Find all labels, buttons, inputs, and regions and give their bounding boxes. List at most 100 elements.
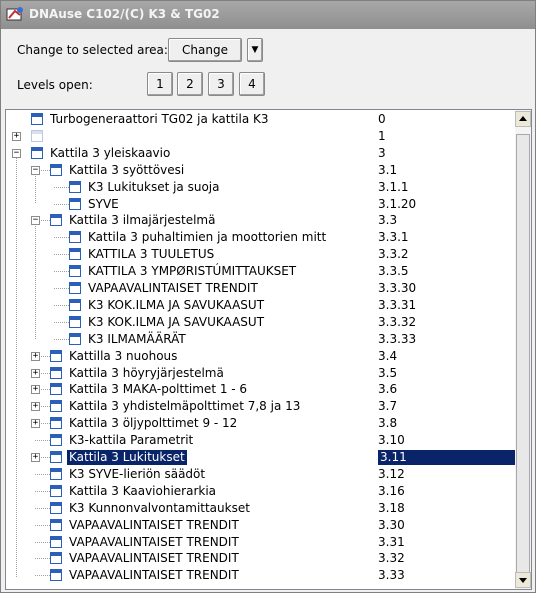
tree-item-label[interactable]: K3 Lukitukset ja suoja bbox=[86, 180, 221, 195]
tree-connector bbox=[54, 304, 69, 306]
tree-row[interactable]: − Kattila 3 syöttövesi 3.1 bbox=[6, 162, 516, 179]
tree-item-label[interactable]: Kattila 3 puhaltimien ja moottorien mitt bbox=[86, 230, 328, 245]
tree-item-label[interactable]: VAPAAVALINTAISET TRENDIT bbox=[67, 551, 241, 566]
tree-item-label[interactable] bbox=[48, 129, 52, 144]
tree-item-label[interactable]: K3 ILMAMÄÄRÄT bbox=[86, 332, 188, 347]
hierarchy-tree[interactable]: Turbogeneraattori TG02 ja kattila K3 0 +1−… bbox=[5, 109, 517, 590]
level-2-button[interactable]: 2 bbox=[177, 72, 203, 96]
vertical-scrollbar[interactable] bbox=[515, 109, 532, 590]
tree-item-label[interactable]: VAPAAVALINTAISET TRENDIT bbox=[67, 568, 241, 583]
tree-row[interactable]: − Kattila 3 yleiskaavio 3 bbox=[6, 145, 516, 162]
page-icon bbox=[69, 265, 81, 278]
app-window: DNAuse C102/(C) K3 & TG02 Change to sele… bbox=[0, 0, 536, 593]
tree-row[interactable]: VAPAAVALINTAISET TRENDIT 3.32 bbox=[6, 550, 516, 567]
page-icon bbox=[50, 569, 62, 582]
tree-row[interactable]: Kattila 3 puhaltimien ja moottorien mitt… bbox=[6, 229, 516, 246]
tree-item-label[interactable]: SYVE bbox=[86, 197, 121, 212]
tree-item-label[interactable]: Kattila 3 MAKA-polttimet 1 - 6 bbox=[67, 382, 249, 397]
tree-row[interactable]: Kattila 3 Kaaviohierarkia 3.16 bbox=[6, 483, 516, 500]
tree-item-label[interactable]: Kattila 3 ilmajärjestelmä bbox=[67, 213, 217, 228]
level-3-button[interactable]: 3 bbox=[208, 72, 234, 96]
tree-row[interactable]: KATTILA 3 YMPØRISTÚMITTAUKSET 3.3.5 bbox=[6, 263, 516, 280]
tree-row[interactable]: VAPAAVALINTAISET TRENDIT 3.31 bbox=[6, 534, 516, 551]
tree-row[interactable]: VAPAAVALINTAISET TRENDIT 3.33 bbox=[6, 567, 516, 584]
tree-item-label[interactable]: K3 Kunnonvalvontamittaukset bbox=[67, 501, 252, 516]
page-icon bbox=[69, 248, 81, 261]
tree-item-label[interactable]: K3 KOK.ILMA JA SAVUKAASUT bbox=[86, 298, 266, 313]
tree-row[interactable]: + Kattila 3 öljypolttimet 9 - 12 3.8 bbox=[6, 415, 516, 432]
tree-item-label[interactable]: Kattila 3 öljypolttimet 9 - 12 bbox=[67, 416, 239, 431]
control-panel: Change to selected area: Change ▼ Levels… bbox=[1, 29, 535, 109]
tree-item-number: 3.4 bbox=[378, 348, 398, 363]
expand-plus-icon[interactable]: + bbox=[31, 453, 40, 462]
page-icon bbox=[69, 282, 81, 294]
tree-row[interactable]: VAPAAVALINTAISET TRENDIT 3.30 bbox=[6, 517, 516, 534]
tree-row[interactable]: +1 bbox=[6, 128, 516, 145]
scroll-up-button[interactable] bbox=[515, 111, 531, 127]
collapse-minus-icon[interactable]: − bbox=[12, 148, 21, 158]
tree-item-label[interactable]: Kattila 3 yleiskaavio bbox=[48, 146, 172, 161]
tree-item-number: 3 bbox=[378, 145, 386, 160]
tree-item-label[interactable]: Kattila 3 syöttövesi bbox=[67, 163, 186, 178]
expand-plus-icon[interactable]: + bbox=[31, 368, 40, 378]
tree-item-number: 3.18 bbox=[378, 500, 405, 515]
tree-item-label[interactable]: K3-kattila Parametrit bbox=[67, 433, 195, 448]
tree-row[interactable]: VAPAAVALINTAISET TRENDIT 3.3.30 bbox=[6, 280, 516, 297]
tree-row[interactable]: + Kattila 3 MAKA-polttimet 1 - 6 3.6 bbox=[6, 381, 516, 398]
title-bar[interactable]: DNAuse C102/(C) K3 & TG02 bbox=[1, 1, 535, 29]
tree-row[interactable]: K3 KOK.ILMA JA SAVUKAASUT 3.3.32 bbox=[6, 314, 516, 331]
levels-open-label: Levels open: bbox=[17, 78, 93, 92]
change-dropdown-button[interactable]: ▼ bbox=[247, 38, 263, 62]
tree-row[interactable]: K3 Kunnonvalvontamittaukset 3.18 bbox=[6, 500, 516, 517]
tree-row[interactable]: K3-kattila Parametrit 3.10 bbox=[6, 432, 516, 449]
tree-item-label[interactable]: VAPAAVALINTAISET TRENDIT bbox=[67, 518, 241, 533]
change-button[interactable]: Change bbox=[168, 38, 242, 62]
expand-plus-icon[interactable]: + bbox=[31, 419, 40, 429]
tree-item-label[interactable]: Kattila 3 Lukitukset bbox=[67, 450, 187, 465]
tree-item-label[interactable]: K3 KOK.ILMA JA SAVUKAASUT bbox=[86, 315, 266, 330]
tree-row[interactable]: + Kattilla 3 nuohous 3.4 bbox=[6, 348, 516, 365]
tree-item-label[interactable]: VAPAAVALINTAISET TRENDIT bbox=[86, 281, 260, 296]
level-1-button[interactable]: 1 bbox=[147, 72, 173, 96]
tree-connector bbox=[35, 440, 50, 442]
expand-plus-icon[interactable]: + bbox=[12, 131, 21, 141]
tree-row[interactable]: K3 Lukitukset ja suoja 3.1.1 bbox=[6, 179, 516, 196]
tree-row[interactable]: KATTILA 3 TUULETUS 3.3.2 bbox=[6, 246, 516, 263]
tree-item-number: 3.3.31 bbox=[378, 297, 417, 312]
tree-item-label[interactable]: Kattila 3 Kaaviohierarkia bbox=[67, 484, 218, 499]
tree-item-label[interactable]: VAPAAVALINTAISET TRENDIT bbox=[67, 535, 241, 550]
tree-item-label[interactable]: Kattila 3 höyryjärjestelmä bbox=[67, 366, 226, 381]
tree-item-number: 3.30 bbox=[378, 517, 405, 532]
collapse-minus-icon[interactable]: − bbox=[31, 216, 40, 226]
tree-item-number: 3.1.20 bbox=[378, 196, 417, 211]
tree-row[interactable]: K3 SYVE-lieriön säädöt 3.12 bbox=[6, 466, 516, 483]
page-icon bbox=[50, 366, 62, 379]
level-4-button[interactable]: 4 bbox=[239, 72, 265, 96]
page-icon bbox=[69, 332, 81, 345]
tree-item-label[interactable]: Kattila 3 yhdistelmäpolttimet 7,8 ja 13 bbox=[67, 399, 302, 414]
tree-connector bbox=[35, 507, 50, 509]
tree-connector bbox=[35, 490, 50, 492]
expand-plus-icon[interactable]: + bbox=[31, 402, 40, 412]
tree-item-label[interactable]: Kattilla 3 nuohous bbox=[67, 349, 179, 364]
tree-row[interactable]: − Kattila 3 ilmajärjestelmä 3.3 bbox=[6, 212, 516, 229]
tree-item-label[interactable]: K3 SYVE-lieriön säädöt bbox=[67, 467, 207, 482]
tree-row[interactable]: + Kattila 3 Lukitukset 3.11 bbox=[6, 449, 516, 466]
tree-row[interactable]: Turbogeneraattori TG02 ja kattila K3 0 bbox=[6, 111, 516, 128]
tree-row[interactable]: K3 ILMAMÄÄRÄT 3.3.33 bbox=[6, 331, 516, 348]
collapse-minus-icon[interactable]: − bbox=[31, 165, 40, 175]
scrollbar-thumb[interactable] bbox=[516, 134, 530, 574]
expand-plus-icon[interactable]: + bbox=[31, 385, 40, 395]
tree-row[interactable]: + Kattila 3 höyryjärjestelmä 3.5 bbox=[6, 365, 516, 382]
tree-row[interactable]: SYVE 3.1.20 bbox=[6, 196, 516, 213]
tree-row[interactable]: K3 KOK.ILMA JA SAVUKAASUT 3.3.31 bbox=[6, 297, 516, 314]
tree-item-label[interactable]: Turbogeneraattori TG02 ja kattila K3 bbox=[48, 112, 271, 127]
scroll-down-button[interactable] bbox=[515, 572, 531, 588]
tree-item-number: 3.5 bbox=[378, 365, 398, 380]
tree-item-label[interactable]: KATTILA 3 TUULETUS bbox=[86, 247, 216, 262]
tree-connector bbox=[54, 338, 69, 340]
expand-plus-icon[interactable]: + bbox=[31, 351, 40, 361]
page-icon bbox=[50, 451, 62, 463]
tree-item-label[interactable]: KATTILA 3 YMPØRISTÚMITTAUKSET bbox=[86, 264, 298, 279]
tree-row[interactable]: + Kattila 3 yhdistelmäpolttimet 7,8 ja 13… bbox=[6, 398, 516, 415]
